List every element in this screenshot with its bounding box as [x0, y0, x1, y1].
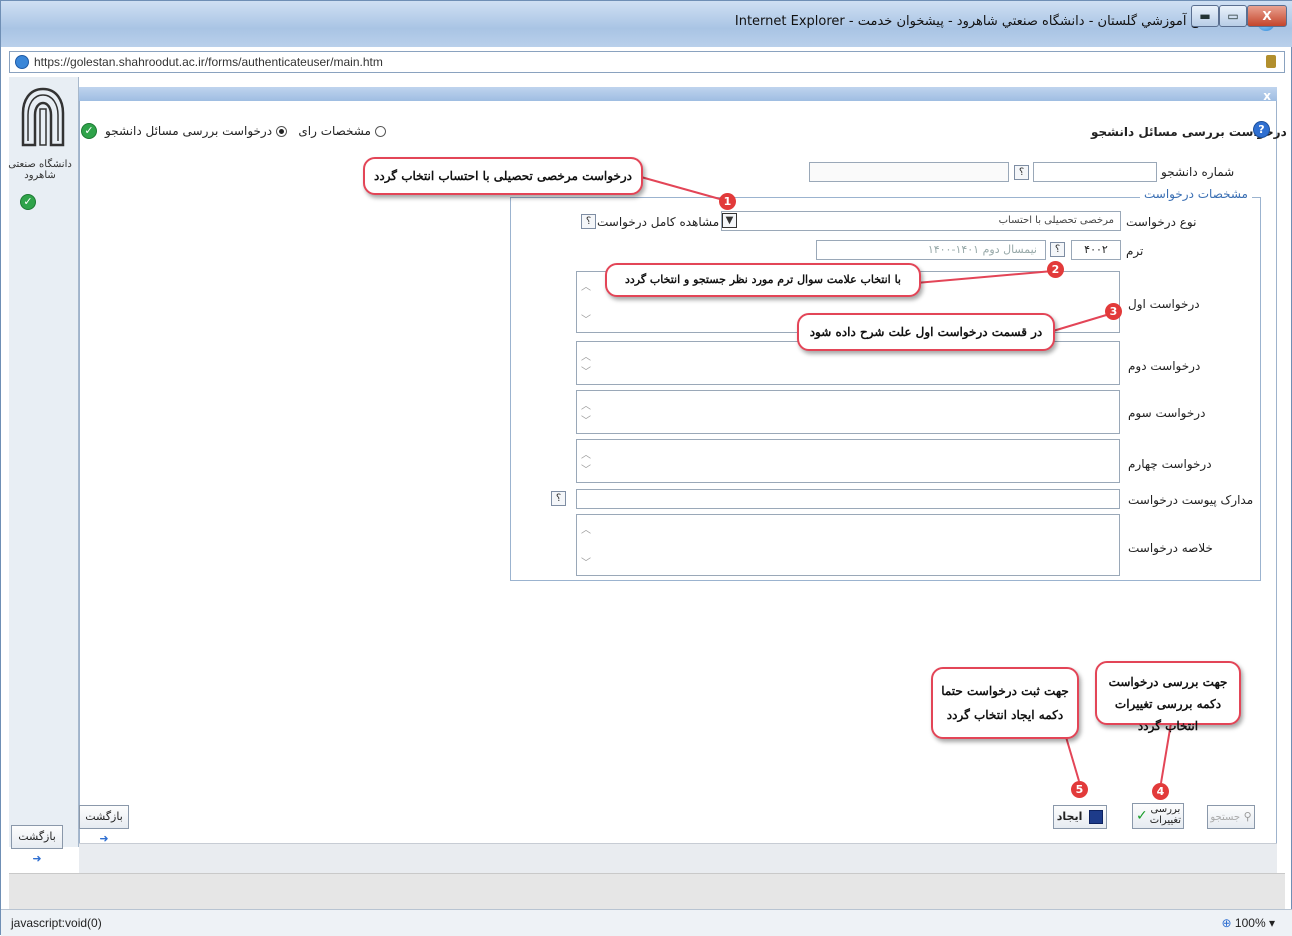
create-button[interactable]: ایجاد: [1053, 805, 1107, 829]
zoom-icon: ⊕: [1221, 916, 1232, 930]
bottom-bar: [9, 873, 1285, 909]
chevron-down-icon[interactable]: ▾: [1269, 916, 1275, 930]
browser-status-bar: javascript:void(0) ⊕ 100% ▾: [1, 909, 1292, 936]
checkmark-icon: ✓: [1136, 808, 1148, 824]
callout-badge-3: 3: [1105, 303, 1122, 320]
zoom-control[interactable]: ⊕ 100% ▾: [1222, 910, 1275, 936]
browser-window: e سامانه جامع آموزشي گلستان - دانشگاه صن…: [0, 0, 1292, 936]
callout-4: جهت بررسی درخواست دکمه بررسی تغییرات انت…: [1095, 661, 1241, 733]
sidebar-back-button[interactable]: بازگشت ➜: [11, 825, 63, 865]
search-button: ⚲ جستجو: [1207, 805, 1255, 829]
callout-badge-2: 2: [1047, 261, 1064, 278]
callout-5: جهت ثبت درخواست حتما دکمه ایجاد انتخاب گ…: [931, 667, 1079, 739]
zoom-level: 100%: [1234, 916, 1266, 930]
callout-badge-5: 5: [1071, 781, 1088, 798]
callout-2: با انتخاب علامت سوال ترم مورد نظر جستجو …: [605, 263, 921, 297]
callout-3: در قسمت درخواست اول علت شرح داده شود: [797, 313, 1055, 351]
review-changes-button[interactable]: ✓ بررسی تغییرات: [1132, 803, 1184, 829]
review-changes-label: بررسی تغییرات: [1149, 804, 1182, 826]
sidebar-back-label: بازگشت: [18, 830, 56, 843]
status-text: javascript:void(0): [11, 916, 102, 930]
callout-lines: [640, 176, 1172, 784]
back-arrow-icon: ➜: [32, 852, 42, 865]
app-status-bar: [79, 843, 1277, 873]
callout-badge-1: 1: [719, 193, 736, 210]
search-button-label: جستجو: [1210, 812, 1241, 823]
callout-1: درخواست مرخصی تحصیلی با احتساب انتخاب گر…: [363, 157, 643, 195]
callout-badge-4: 4: [1152, 783, 1169, 800]
binoculars-icon: ⚲: [1243, 810, 1252, 823]
back-button[interactable]: بازگشت ➜: [79, 805, 129, 845]
create-button-label: ایجاد: [1056, 810, 1083, 823]
save-icon: [1089, 810, 1104, 824]
back-button-label: بازگشت: [85, 810, 123, 823]
